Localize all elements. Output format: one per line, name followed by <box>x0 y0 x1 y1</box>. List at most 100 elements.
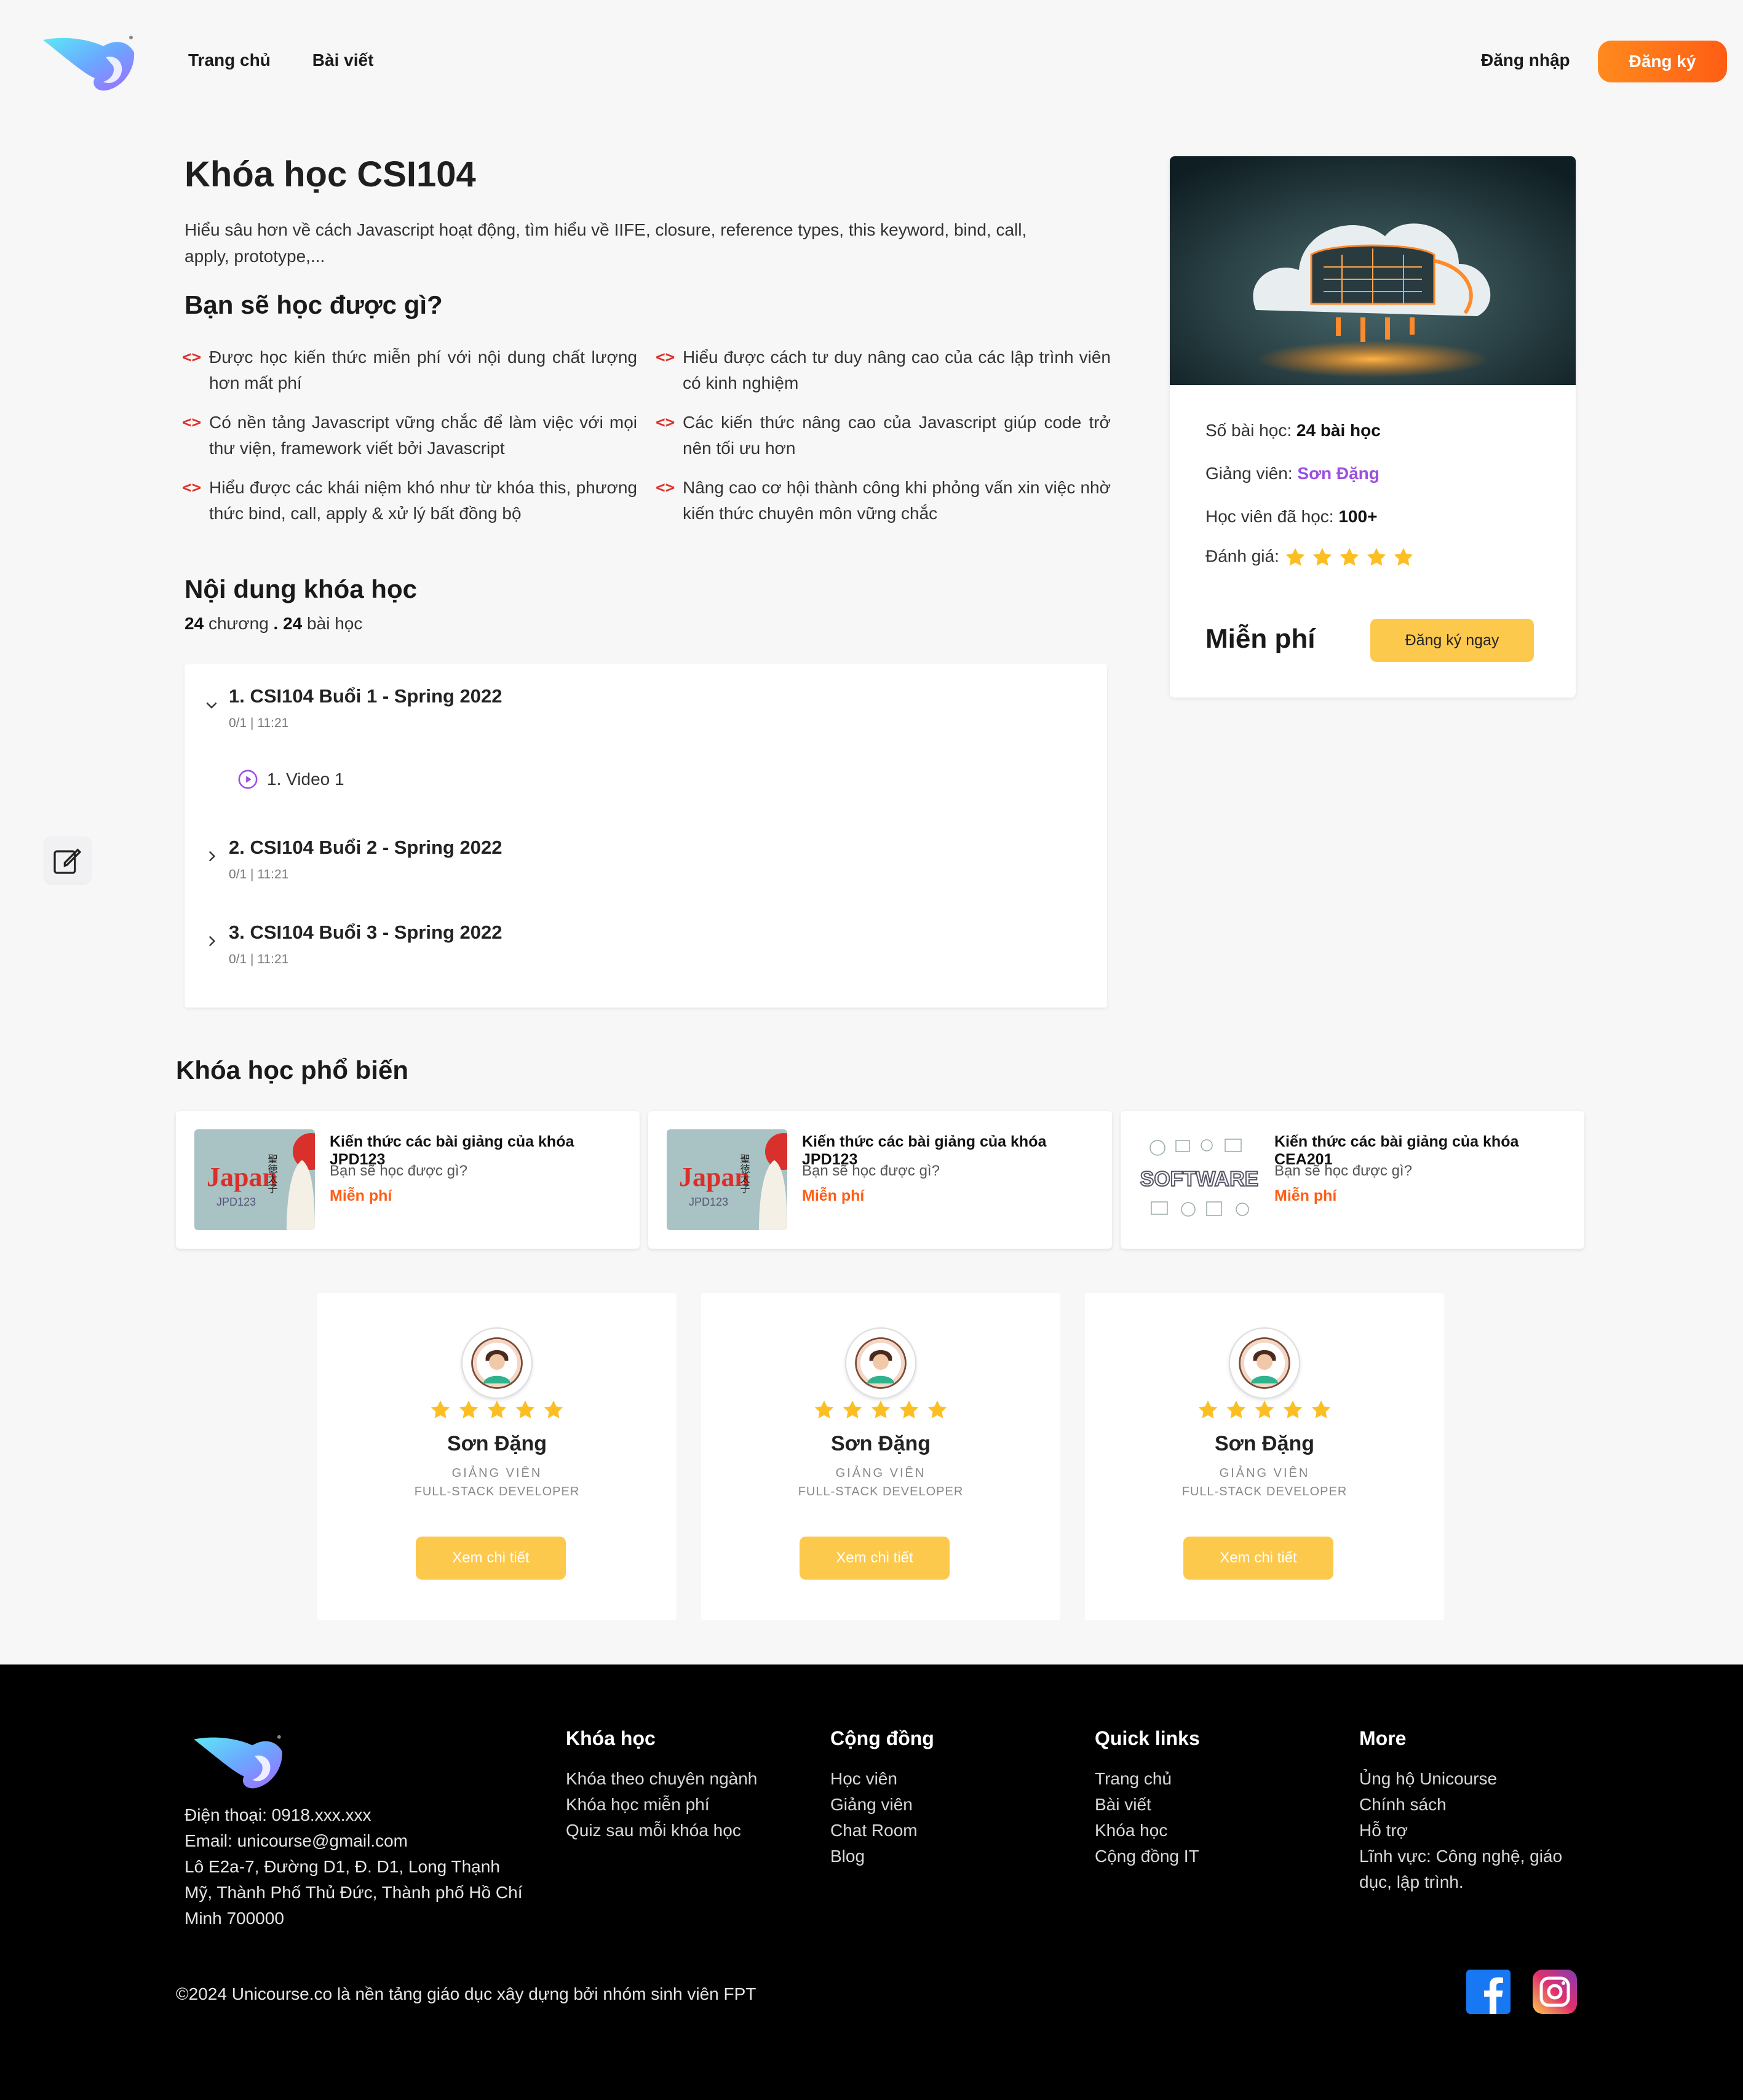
teacher-rating-stars <box>1085 1399 1444 1421</box>
star-icon <box>926 1399 948 1421</box>
teacher-job: FULL-STACK DEVELOPER <box>1181 1485 1348 1498</box>
star-icon <box>1197 1399 1219 1421</box>
view-detail-button[interactable]: Xem chi tiết <box>1183 1537 1333 1580</box>
course-thumbnail: SOFTWARE <box>1139 1129 1260 1230</box>
learn-heading: Bạn sẽ học được gì? <box>185 290 443 319</box>
chapter-title: 1. CSI104 Buổi 1 - Spring 2022 <box>229 685 502 707</box>
rating-stars <box>1284 546 1415 568</box>
unicorn-logo-icon[interactable] <box>42 34 135 92</box>
user-avatar-icon <box>1236 1335 1293 1391</box>
learn-item: <> Hiểu được các khái niệm khó như từ khó… <box>182 475 637 527</box>
footer-link[interactable]: Học viên <box>830 1766 934 1792</box>
chapter-title: 3. CSI104 Buổi 3 - Spring 2022 <box>229 921 502 943</box>
chapter-title: 2. CSI104 Buổi 2 - Spring 2022 <box>229 837 502 858</box>
teacher-name: Sơn Đặng <box>447 1432 547 1455</box>
login-link[interactable]: Đăng nhập <box>1481 50 1570 70</box>
footer-link[interactable]: Chính sách <box>1359 1792 1581 1818</box>
view-detail-button[interactable]: Xem chi tiết <box>416 1537 566 1580</box>
main-nav: Trang chủ Bài viết <box>188 50 373 70</box>
edit-note-icon <box>54 848 82 874</box>
footer-column-courses: Khóa học Khóa theo chuyên ngành Khóa học… <box>566 1727 757 1843</box>
teacher-rating-stars <box>701 1399 1060 1421</box>
footer-link[interactable]: Giảng viên <box>830 1792 934 1818</box>
teacher-info: Giảng viên: Sơn Đặng <box>1205 464 1380 483</box>
facebook-icon[interactable] <box>1466 1970 1511 2014</box>
teacher-card: Sơn Đặng GIẢNG VIÊN FULL-STACK DEVELOPER… <box>1085 1293 1444 1620</box>
view-detail-button[interactable]: Xem chi tiết <box>800 1537 950 1580</box>
teacher-name: Sơn Đặng <box>1214 1432 1315 1455</box>
footer-column-community: Cộng đồng Học viên Giảng viên Chat Room … <box>830 1727 934 1869</box>
course-summary: 24 chương . 24 bài học <box>185 614 363 633</box>
star-icon <box>870 1399 892 1421</box>
star-icon <box>429 1399 451 1421</box>
unicorn-logo-icon[interactable] <box>192 1733 284 1790</box>
chapter-item[interactable]: 2. CSI104 Buổi 2 - Spring 2022 0/1 | 11:… <box>199 837 502 882</box>
content-heading: Nội dung khóa học <box>185 575 417 603</box>
chapter-meta: 0/1 | 11:21 <box>229 952 289 966</box>
avatar <box>1229 1327 1300 1399</box>
footer-link[interactable]: Khóa học miễn phí <box>566 1792 757 1818</box>
footer-link[interactable]: Ủng hộ Unicourse <box>1359 1766 1581 1792</box>
footer-link[interactable]: Chat Room <box>830 1818 934 1843</box>
chevron-right-icon[interactable] <box>199 844 224 869</box>
popular-course-card[interactable]: SOFTWARE Kiến thức các bài giảng của khó… <box>1121 1111 1584 1249</box>
footer-column-more: More Ủng hộ Unicourse Chính sách Hỗ trợ … <box>1359 1727 1581 1895</box>
teacher-card: Sơn Đặng GIẢNG VIÊN FULL-STACK DEVELOPER… <box>317 1293 677 1620</box>
footer-link[interactable]: Quiz sau mỗi khóa học <box>566 1818 757 1843</box>
popular-course-subtitle: Bạn sẽ học được gì? <box>802 1163 940 1179</box>
footer-link[interactable]: Blog <box>830 1843 934 1869</box>
nav-home-link[interactable]: Trang chủ <box>188 50 271 70</box>
star-icon <box>841 1399 864 1421</box>
star-icon <box>1338 546 1360 568</box>
footer-link[interactable]: Cộng đồng IT <box>1095 1843 1200 1869</box>
chevron-down-icon[interactable] <box>199 693 224 717</box>
star-icon <box>1282 1399 1304 1421</box>
footer-column-quick-links: Quick links Trang chủ Bài viết Khóa học … <box>1095 1727 1200 1869</box>
code-brackets-icon: <> <box>182 413 202 432</box>
course-thumbnail: Japan JPD123 聖徳太子 <box>667 1129 787 1230</box>
teacher-role: GIẢNG VIÊN <box>451 1466 542 1480</box>
star-icon <box>486 1399 508 1421</box>
nav-posts-link[interactable]: Bài viết <box>312 50 374 70</box>
chapter-item[interactable]: 3. CSI104 Buổi 3 - Spring 2022 0/1 | 11:… <box>199 921 502 967</box>
footer-link[interactable]: Khóa học <box>1095 1818 1200 1843</box>
star-icon <box>1310 1399 1332 1421</box>
lesson-item[interactable]: 1. Video 1 <box>237 769 344 790</box>
code-brackets-icon: <> <box>656 348 675 367</box>
chapter-meta: 0/1 | 11:21 <box>229 716 289 730</box>
course-price: Miễn phí <box>1205 624 1316 654</box>
code-brackets-icon: <> <box>182 348 202 367</box>
svg-text:聖徳太子: 聖徳太子 <box>266 1154 278 1193</box>
lesson-title: 1. Video 1 <box>267 770 344 789</box>
footer-link[interactable]: Bài viết <box>1095 1792 1200 1818</box>
course-cover-image <box>1170 156 1576 385</box>
chapter-meta: 0/1 | 11:21 <box>229 867 289 881</box>
popular-course-card[interactable]: Japan JPD123 聖徳太子 Kiến thức các bài giản… <box>176 1111 640 1249</box>
svg-text:JPD123: JPD123 <box>689 1196 728 1208</box>
chevron-right-icon[interactable] <box>199 929 224 953</box>
chapter-item[interactable]: 1. CSI104 Buổi 1 - Spring 2022 0/1 | 11:… <box>199 685 502 731</box>
star-icon <box>898 1399 920 1421</box>
teacher-name: Sơn Đặng <box>830 1432 931 1455</box>
copyright-text: ©2024 Unicourse.co là nền tảng giáo dục … <box>176 1984 756 2003</box>
footer-link[interactable]: Hỗ trợ <box>1359 1818 1581 1843</box>
footer-link[interactable]: Trang chủ <box>1095 1766 1200 1792</box>
star-icon <box>514 1399 536 1421</box>
svg-text:聖徳太子: 聖徳太子 <box>739 1154 750 1193</box>
code-brackets-icon: <> <box>656 479 675 497</box>
course-info-card: Số bài học: 24 bài học Giảng viên: Sơn Đ… <box>1170 156 1576 698</box>
star-icon <box>1284 546 1306 568</box>
footer-link[interactable]: Khóa theo chuyên ngành <box>566 1766 757 1792</box>
popular-course-subtitle: Bạn sẽ học được gì? <box>1274 1163 1412 1179</box>
star-icon <box>542 1399 565 1421</box>
popular-course-card[interactable]: Japan JPD123 聖徳太子 Kiến thức các bài giản… <box>648 1111 1112 1249</box>
signup-button[interactable]: Đăng ký <box>1598 41 1727 82</box>
enroll-now-button[interactable]: Đăng ký ngay <box>1370 619 1534 662</box>
instagram-icon[interactable] <box>1533 1970 1577 2014</box>
footer-link[interactable]: Lĩnh vực: Công nghệ, giáo dục, lập trình… <box>1359 1843 1581 1895</box>
teacher-link[interactable]: Sơn Đặng <box>1297 464 1379 483</box>
edit-note-button[interactable] <box>44 837 91 883</box>
teacher-role: GIẢNG VIÊN <box>835 1466 926 1480</box>
star-icon <box>458 1399 480 1421</box>
lessons-info: Số bài học: 24 bài học <box>1205 421 1381 440</box>
